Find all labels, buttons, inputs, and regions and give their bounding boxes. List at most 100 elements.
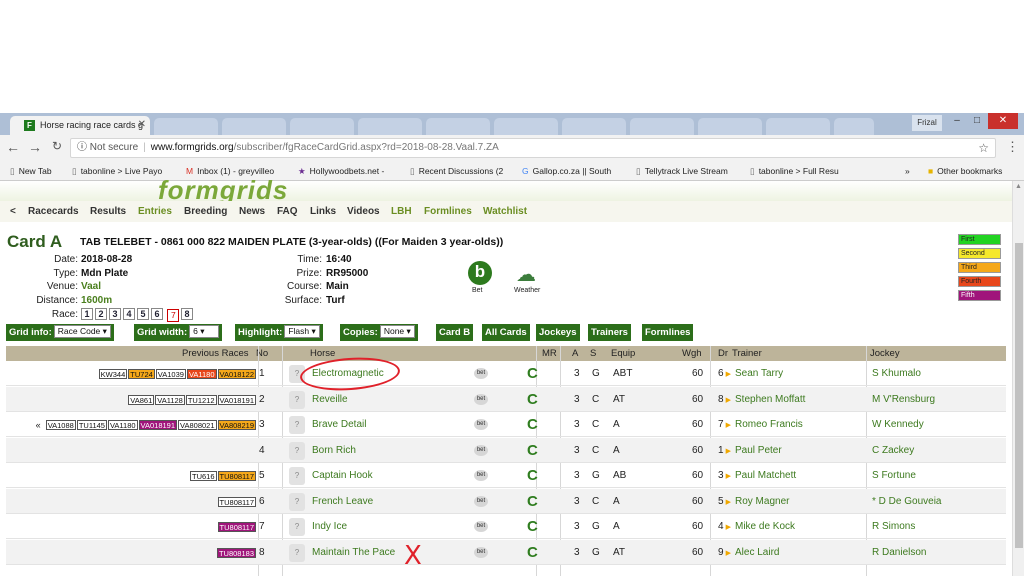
tab-5[interactable] [494, 118, 558, 135]
grid-width-select[interactable]: 6 ▾ [189, 325, 220, 338]
minimize-icon[interactable]: – [948, 113, 966, 129]
back-icon[interactable]: ← [4, 139, 22, 155]
menu-faq[interactable]: FAQ [277, 206, 298, 217]
card-b-button[interactable]: Card B [436, 324, 474, 341]
menu-results[interactable]: Results [90, 206, 126, 217]
jockey-name[interactable]: W Kennedy [872, 419, 924, 430]
previous-race-link[interactable]: TU808117 [217, 471, 256, 481]
horse-name[interactable]: Indy Ice [312, 521, 347, 532]
previous-race-link[interactable]: VA1128 [155, 394, 185, 405]
horse-name[interactable]: Reveille [312, 394, 348, 405]
formlines-button[interactable]: Formlines [642, 324, 694, 341]
header-jockey[interactable]: Jockey [870, 348, 900, 359]
menu-links[interactable]: Links [310, 206, 336, 217]
trainer-name[interactable]: Roy Magner [735, 496, 789, 507]
tab-4[interactable] [426, 118, 490, 135]
previous-race-link[interactable]: VA1180 [107, 420, 138, 430]
previous-race-link[interactable]: TU616 [190, 471, 217, 481]
race-link-6[interactable]: 6 [151, 308, 163, 320]
venue-value[interactable]: Vaal [81, 281, 101, 292]
header-horse[interactable]: Horse [310, 348, 335, 359]
horse-name[interactable]: Born Rich [312, 445, 356, 456]
bookmark-star-icon[interactable]: ☆ [978, 139, 989, 157]
close-icon[interactable]: ✕ [138, 119, 146, 130]
tab-1[interactable] [222, 118, 286, 135]
race-link-3[interactable]: 3 [109, 308, 121, 320]
jockey-name[interactable]: R Danielson [872, 547, 926, 558]
previous-race-link[interactable]: TU808117 [217, 496, 256, 507]
previous-race-link[interactable]: VA018122 [217, 369, 256, 379]
race-link-2[interactable]: 2 [95, 308, 107, 320]
jockey-name[interactable]: C Zackey [872, 445, 914, 456]
previous-races-expand[interactable]: « [36, 420, 41, 430]
menu-lbh[interactable]: LBH [391, 206, 412, 217]
table-row[interactable]: TU616 TU808117 5? Captain Hook bet C 3 G AB 60 3 ▶ P… [6, 463, 1006, 488]
jockey-name[interactable]: S Khumalo [872, 368, 921, 379]
bet-icon[interactable]: b [468, 261, 492, 285]
previous-race-link[interactable]: TU1212 [185, 394, 217, 405]
menu-formlines[interactable]: Formlines [424, 206, 472, 217]
previous-race-link[interactable]: VA1039 [155, 369, 186, 379]
bet-badge[interactable]: bet [474, 419, 488, 430]
menu-racecards[interactable]: Racecards [28, 206, 79, 217]
grid-info-select[interactable]: Race Code ▾ [53, 325, 111, 338]
table-row[interactable]: 4? Born Rich bet C 3 C A 60 1 ▶ Paul Peter C Zackey [6, 437, 1006, 463]
tab-8[interactable] [698, 118, 762, 135]
previous-race-link[interactable]: VA018191 [217, 394, 256, 405]
reload-icon[interactable]: ↻ [48, 139, 66, 153]
highlight-select[interactable]: Flash ▾ [284, 325, 320, 338]
header-equip[interactable]: Equip [611, 348, 635, 359]
tab-3[interactable] [358, 118, 422, 135]
menu-entries[interactable]: Entries [138, 206, 172, 217]
table-row[interactable]: VA861 VA1128 TU1212 VA018191 2? Reveille bet C 3… [6, 386, 1006, 412]
header-s[interactable]: S [590, 348, 596, 359]
all-cards-button[interactable]: All Cards [482, 324, 530, 341]
address-bar[interactable]: ⓘ Not secure | www.formgrids.org/subscribe… [70, 138, 996, 158]
bet-badge[interactable]: bet [474, 368, 488, 379]
page-scrollbar[interactable]: ▲ [1012, 181, 1024, 576]
menu-videos[interactable]: Videos [347, 206, 380, 217]
trainer-name[interactable]: Romeo Francis [735, 419, 803, 430]
horse-name[interactable]: French Leave [312, 496, 373, 507]
info-icon[interactable]: ⓘ [77, 142, 87, 153]
previous-race-link[interactable]: TU808183 [216, 547, 256, 558]
jockey-name[interactable]: S Fortune [872, 470, 916, 481]
bookmark-item[interactable]: ▯ tabonline > Full Resu [750, 166, 839, 177]
menu-news[interactable]: News [239, 206, 265, 217]
horse-name[interactable]: Brave Detail [312, 419, 366, 430]
previous-race-link[interactable]: VA808219 [217, 420, 256, 430]
race-link-8[interactable]: 8 [181, 308, 193, 320]
header-trainer[interactable]: Trainer [732, 348, 762, 359]
table-row[interactable]: TU808117 7? Indy Ice bet C 3 G A 60 4 ▶ Mike de Koc… [6, 514, 1006, 539]
tab-7[interactable] [630, 118, 694, 135]
jockey-name[interactable]: R Simons [872, 521, 915, 532]
jockeys-button[interactable]: Jockeys [536, 324, 580, 341]
header-previous-races[interactable]: Previous Races [182, 348, 249, 359]
tab-active[interactable]: F Horse racing race cards g ✕ [10, 116, 150, 135]
header-a[interactable]: A [572, 348, 578, 359]
previous-race-link[interactable]: VA018191 [138, 420, 178, 430]
previous-race-link[interactable]: TU1145 [76, 420, 107, 430]
maximize-icon[interactable]: □ [968, 113, 986, 129]
jockey-name[interactable]: * D De Gouveia [872, 496, 941, 507]
previous-race-link[interactable]: KW344 [98, 369, 128, 379]
race-link-7[interactable]: 7 [167, 309, 179, 322]
bet-badge[interactable]: bet [474, 393, 488, 405]
copies-select[interactable]: None ▾ [379, 325, 415, 338]
previous-race-link[interactable]: TU724 [128, 369, 155, 379]
previous-race-link[interactable]: TU808117 [217, 522, 256, 532]
profile-name[interactable]: Frizal [912, 115, 942, 131]
trainer-name[interactable]: Paul Matchett [735, 470, 796, 481]
menu-watchlist[interactable]: Watchlist [483, 206, 527, 217]
race-link-4[interactable]: 4 [123, 308, 135, 320]
bet-badge[interactable]: bet [474, 470, 488, 481]
trainer-name[interactable]: Alec Laird [735, 547, 779, 558]
bookmarks-overflow[interactable]: » [905, 166, 910, 176]
trainer-name[interactable]: Sean Tarry [735, 368, 783, 379]
menu-back[interactable]: < [10, 206, 16, 217]
bookmark-item[interactable]: ▯ Tellytrack Live Stream [636, 166, 728, 177]
bookmark-item[interactable]: G Gallop.co.za || South [522, 166, 611, 176]
horse-name[interactable]: Captain Hook [312, 470, 373, 481]
previous-race-link[interactable]: VA1088 [45, 420, 76, 430]
tab-2[interactable] [290, 118, 354, 135]
